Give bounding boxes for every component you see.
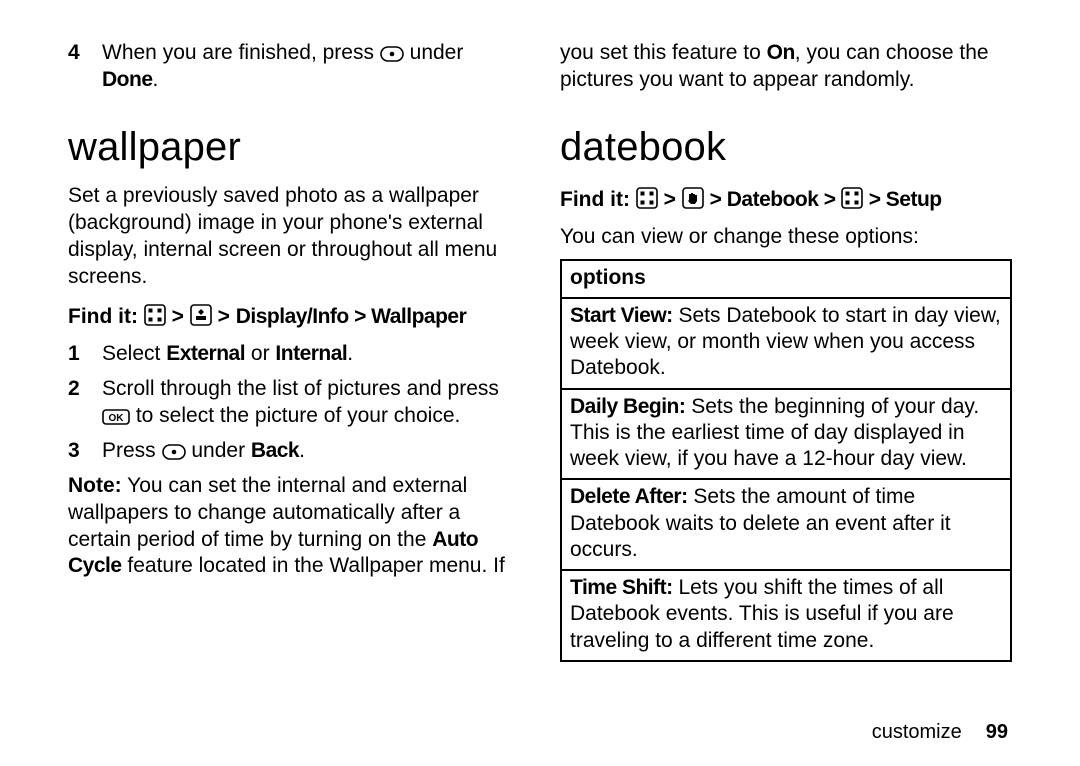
page-footer: customize 99 bbox=[872, 721, 1008, 744]
text: under bbox=[186, 439, 251, 462]
step-4: 4 When you are finished, press under Don… bbox=[68, 40, 520, 94]
text: . bbox=[347, 342, 353, 365]
sep: > bbox=[664, 188, 682, 211]
options-table: options Start View: Sets Datebook to sta… bbox=[560, 259, 1012, 662]
text: you set this feature to bbox=[560, 41, 767, 64]
option-name: Time Shift: bbox=[570, 576, 673, 599]
text: . bbox=[153, 68, 159, 91]
text: or bbox=[245, 342, 275, 365]
wallpaper-intro: Set a previously saved photo as a wallpa… bbox=[68, 183, 520, 291]
ui-label-internal: Internal bbox=[275, 342, 347, 365]
settings-icon bbox=[190, 304, 212, 326]
sep: > bbox=[172, 305, 190, 328]
menu-icon bbox=[841, 187, 863, 209]
table-row: Start View: Sets Datebook to start in da… bbox=[561, 298, 1011, 389]
footer-section: customize bbox=[872, 721, 962, 743]
option-name: Start View: bbox=[570, 304, 673, 327]
findit-wallpaper: Find it: > > Display/Info > Wallpaper bbox=[68, 304, 520, 331]
wallpaper-note: Note: You can set the internal and exter… bbox=[68, 473, 520, 581]
menu-icon bbox=[636, 187, 658, 209]
findit-tail: > Setup bbox=[869, 188, 942, 211]
step-2: 2 Scroll through the list of pictures an… bbox=[68, 376, 520, 430]
ok-icon bbox=[102, 409, 130, 425]
findit-path: Display/Info > Wallpaper bbox=[236, 305, 467, 328]
left-column: 4 When you are finished, press under Don… bbox=[68, 40, 520, 662]
findit-label: Find it: bbox=[560, 188, 630, 211]
sep: > bbox=[218, 305, 230, 328]
step-number: 3 bbox=[68, 438, 86, 465]
step-text: Scroll through the list of pictures and … bbox=[102, 376, 520, 430]
step-number: 4 bbox=[68, 40, 86, 94]
wallpaper-note-cont: you set this feature to On, you can choo… bbox=[560, 40, 1012, 94]
ui-label-on: On bbox=[767, 41, 795, 64]
findit-label: Find it: bbox=[68, 305, 138, 328]
step-3: 3 Press under Back. bbox=[68, 438, 520, 465]
step-number: 1 bbox=[68, 341, 86, 368]
page-number: 99 bbox=[986, 721, 1008, 743]
step-text: When you are finished, press under Done. bbox=[102, 40, 520, 94]
table-row: Delete After: Sets the amount of time Da… bbox=[561, 479, 1011, 570]
softkey-icon bbox=[162, 444, 186, 460]
heading-wallpaper: wallpaper bbox=[68, 122, 520, 173]
right-column: you set this feature to On, you can choo… bbox=[560, 40, 1012, 662]
ui-label-external: External bbox=[166, 342, 245, 365]
option-name: Delete After: bbox=[570, 485, 688, 508]
datebook-intro: You can view or change these options: bbox=[560, 224, 1012, 251]
step-number: 2 bbox=[68, 376, 86, 430]
hand-icon bbox=[682, 187, 704, 209]
text: under bbox=[404, 41, 464, 64]
step-text: Select External or Internal. bbox=[102, 341, 353, 368]
step-1: 1 Select External or Internal. bbox=[68, 341, 520, 368]
table-row: Daily Begin: Sets the beginning of your … bbox=[561, 389, 1011, 480]
findit-mid: > Datebook > bbox=[710, 188, 841, 211]
options-header: options bbox=[561, 260, 1011, 298]
text: You can set the internal and external wa… bbox=[68, 474, 467, 551]
ui-label-done: Done bbox=[102, 68, 153, 91]
softkey-icon bbox=[380, 46, 404, 62]
note-label: Note: bbox=[68, 474, 122, 497]
text: . bbox=[299, 439, 305, 462]
text: feature located in the Wallpaper menu. I… bbox=[122, 554, 505, 577]
ui-label-back: Back bbox=[251, 439, 299, 462]
text: to select the picture of your choice. bbox=[130, 404, 460, 427]
text: Scroll through the list of pictures and … bbox=[102, 377, 499, 400]
text: When you are finished, press bbox=[102, 41, 380, 64]
menu-icon bbox=[144, 304, 166, 326]
heading-datebook: datebook bbox=[560, 122, 1012, 173]
option-name: Daily Begin: bbox=[570, 395, 685, 418]
step-text: Press under Back. bbox=[102, 438, 305, 465]
table-row: Time Shift: Lets you shift the times of … bbox=[561, 570, 1011, 661]
text: Select bbox=[102, 342, 166, 365]
text: Press bbox=[102, 439, 162, 462]
findit-datebook: Find it: > > Datebook > > Setup bbox=[560, 187, 1012, 214]
